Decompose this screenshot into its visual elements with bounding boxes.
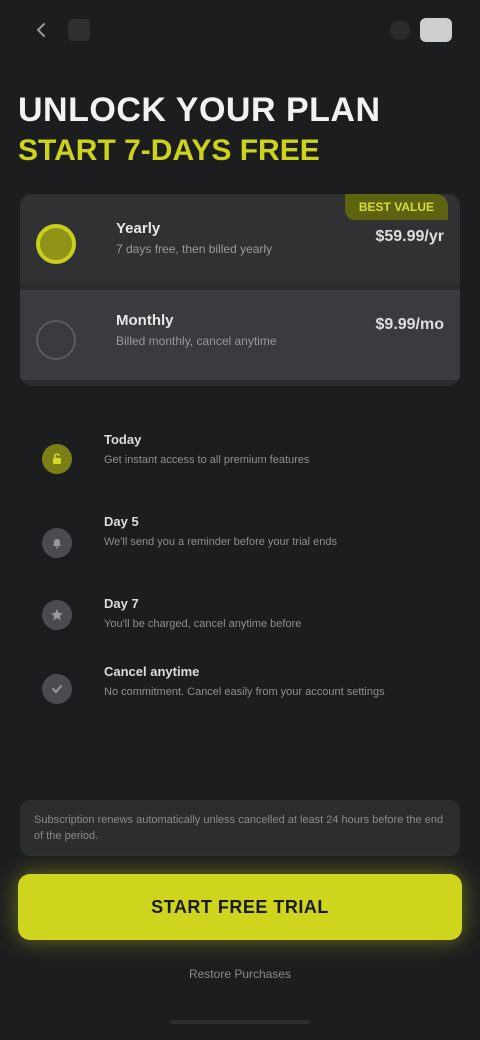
timeline-description: Get instant access to all premium featur…: [104, 454, 310, 466]
renewal-notice: Subscription renews automatically unless…: [20, 800, 460, 856]
home-indicator: [170, 1020, 310, 1024]
paywall-screen: UNLOCK YOUR PLAN START 7-DAYS FREE Yearl…: [0, 0, 480, 1040]
radio-unselected-icon[interactable]: [36, 320, 76, 360]
check-icon: [42, 674, 72, 704]
plan-name: Yearly: [116, 220, 161, 237]
top-bar-actions: [390, 18, 452, 42]
top-bar: [0, 0, 480, 60]
timeline-title: Day 7: [104, 596, 139, 611]
back-button[interactable]: [28, 16, 56, 44]
bell-glyph-icon: [53, 539, 61, 549]
timeline-title: Cancel anytime: [104, 664, 200, 679]
restore-purchases-link[interactable]: Restore Purchases: [160, 962, 320, 986]
timeline-description: We'll send you a reminder before your tr…: [104, 536, 338, 548]
plan-description: Billed monthly, cancel anytime: [116, 334, 277, 348]
top-bar-pill[interactable]: [390, 20, 410, 40]
logo-mark-icon: [68, 19, 90, 41]
timeline-description: No commitment. Cancel easily from your a…: [104, 686, 385, 698]
timeline-title: Today: [104, 432, 142, 447]
app-logo: [68, 18, 140, 42]
plan-name: Monthly: [116, 312, 174, 329]
timeline-title: Day 5: [104, 514, 139, 529]
lock-open-icon: [42, 444, 72, 474]
back-arrow-icon: [36, 23, 45, 37]
page-title: UNLOCK YOUR PLAN: [18, 91, 381, 129]
lock-open-glyph-icon: [53, 453, 61, 464]
star-icon: [42, 600, 72, 630]
plan-description: 7 days free, then billed yearly: [116, 242, 273, 256]
check-glyph-icon: [52, 685, 62, 694]
star-glyph-icon: [51, 609, 63, 621]
timeline-description: You'll be charged, cancel anytime before: [104, 618, 302, 630]
radio-selected-icon[interactable]: [36, 224, 76, 264]
page-subtitle: START 7-DAYS FREE: [18, 134, 320, 167]
bell-icon: [42, 528, 72, 558]
start-trial-button[interactable]: Start Free Trial: [18, 874, 462, 940]
menu-icon[interactable]: [420, 18, 452, 42]
best-value-badge: BEST VALUE: [344, 194, 448, 220]
header: UNLOCK YOUR PLAN START 7-DAYS FREE: [18, 90, 462, 170]
plan-price: $59.99/yr: [375, 228, 444, 245]
plan-option-monthly[interactable]: Monthly Billed monthly, cancel anytime $…: [20, 290, 460, 380]
plan-price: $9.99/mo: [375, 316, 444, 333]
plan-selector: Yearly 7 days free, then billed yearly $…: [20, 194, 460, 386]
